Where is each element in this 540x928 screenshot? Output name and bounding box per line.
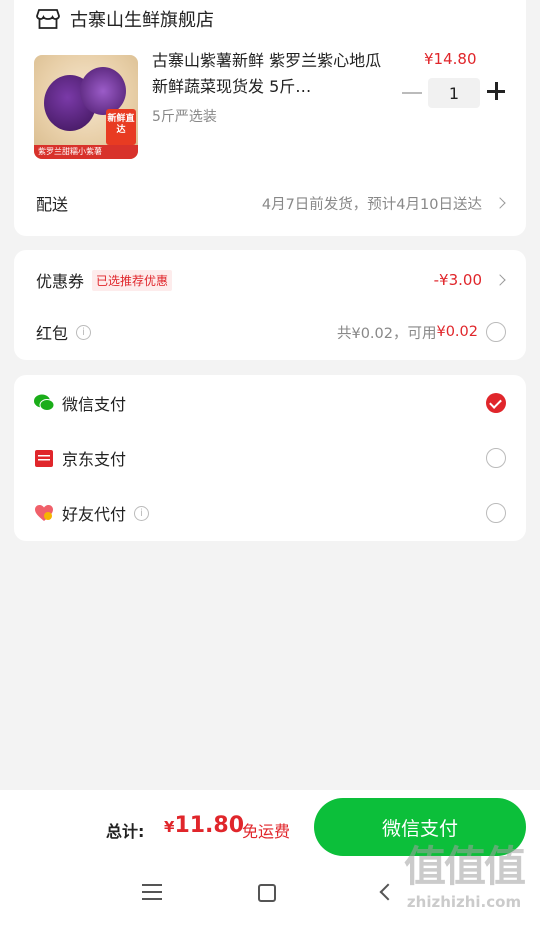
discount-card: 优惠券 已选推荐优惠 -¥3.00 红包 i 共¥0.02，可用 ¥0.02	[14, 250, 526, 360]
product-title[interactable]: 古寨山紫薯新鲜 紫罗兰紫心地瓜 新鲜蔬菜现货发 5斤…	[152, 48, 392, 100]
store-name: 古寨山生鲜旗舰店	[70, 10, 214, 31]
payment-label: 微信支付	[62, 395, 127, 414]
payment-label: 京东支付	[62, 450, 127, 469]
red-packet-total: 共¥0.02，可用	[336, 325, 437, 342]
delivery-info: 4月7日前发货，预计4月10日送达	[261, 196, 482, 213]
payment-option-jd[interactable]: 京东支付	[14, 446, 526, 470]
friend-pay-icon	[35, 505, 53, 521]
payment-option-wechat[interactable]: 微信支付	[14, 391, 526, 415]
total-label: 总计:	[106, 822, 145, 841]
watermark-logo: 值值值 zhizhizhi.com	[403, 842, 526, 911]
store-icon	[36, 9, 60, 29]
info-icon[interactable]: i	[76, 324, 92, 340]
red-packet-label: 红包	[36, 324, 69, 343]
red-packet-row[interactable]: 红包 i 共¥0.02，可用 ¥0.02	[14, 320, 526, 344]
info-icon[interactable]: i	[134, 505, 150, 521]
product-image-banner: 紫罗兰甜糯小紫薯	[34, 145, 138, 159]
quantity-increase-button[interactable]	[487, 82, 505, 100]
total-amount: ¥11.80	[164, 813, 244, 838]
quantity-decrease-button[interactable]	[402, 92, 422, 94]
wechat-icon	[34, 394, 54, 411]
product-image-badge: 新鲜直达	[106, 109, 136, 145]
chevron-right-icon	[494, 197, 506, 209]
coupon-value: -¥3.00	[433, 271, 482, 289]
order-item-card: 古寨山生鲜旗舰店 新鲜直达 紫罗兰甜糯小紫薯 古寨山紫薯新鲜 紫罗兰紫心地瓜 新…	[14, 0, 526, 236]
home-icon[interactable]	[258, 884, 276, 902]
payment-label: 好友代付	[62, 505, 127, 524]
quantity-input[interactable]: 1	[428, 78, 480, 108]
jd-pay-icon	[35, 450, 53, 467]
red-packet-radio[interactable]	[486, 322, 506, 342]
product-spec: 5斤严选装	[152, 109, 217, 125]
menu-icon[interactable]	[142, 884, 162, 905]
payment-radio-checked[interactable]	[486, 393, 506, 413]
coupon-row[interactable]: 优惠券 已选推荐优惠 -¥3.00	[14, 268, 526, 292]
delivery-label: 配送	[36, 195, 69, 214]
product-image[interactable]: 新鲜直达 紫罗兰甜糯小紫薯	[34, 55, 138, 159]
product-price: ¥14.80	[424, 50, 477, 68]
shipping-note: 免运费	[242, 822, 291, 841]
delivery-row[interactable]: 配送 4月7日前发货，预计4月10日送达	[14, 191, 526, 215]
payment-radio[interactable]	[486, 448, 506, 468]
currency-symbol: ¥	[164, 818, 175, 836]
payment-radio[interactable]	[486, 503, 506, 523]
chevron-right-icon	[494, 274, 506, 286]
payment-method-card: 微信支付 京东支付 好友代付 i	[14, 375, 526, 541]
coupon-label: 优惠券	[36, 272, 85, 291]
total-value: 11.80	[174, 813, 245, 838]
store-header[interactable]: 古寨山生鲜旗舰店	[36, 6, 526, 32]
coupon-tag: 已选推荐优惠	[92, 269, 173, 291]
red-packet-available: ¥0.02	[436, 324, 478, 340]
payment-option-friend[interactable]: 好友代付 i	[14, 501, 526, 525]
